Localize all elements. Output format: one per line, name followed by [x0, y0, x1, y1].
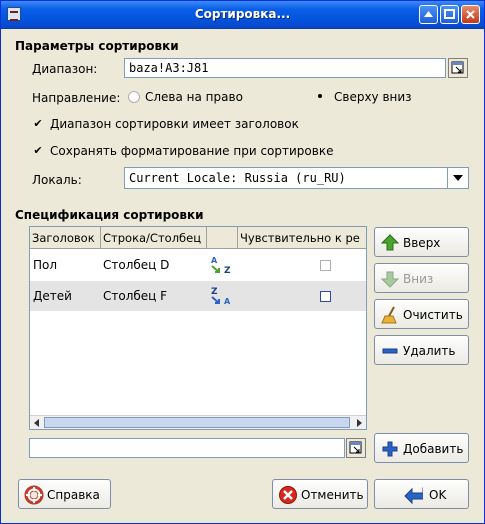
cancel-button[interactable]: Отменить	[272, 479, 368, 509]
case-sensitive-checkbox[interactable]	[320, 260, 331, 271]
direction-label: Направление:	[32, 91, 121, 105]
window-title: Сортировка...	[194, 7, 291, 21]
row-column-cell: Столбец D	[103, 258, 170, 272]
add-column-select-button[interactable]	[346, 438, 366, 458]
column-header-case[interactable]: Чувствительно к ре	[238, 227, 366, 249]
move-down-button[interactable]: Вниз	[374, 263, 469, 293]
plus-icon	[382, 441, 398, 457]
row-header-cell: Пол	[33, 258, 58, 272]
lifebuoy-icon	[24, 485, 44, 505]
svg-text:A: A	[211, 256, 218, 265]
range-label: Диапазон:	[32, 62, 98, 76]
has-header-label: Диапазон сортировки имеет заголовок	[50, 117, 299, 131]
locale-label: Локаль:	[32, 173, 82, 187]
move-down-label: Вниз	[403, 272, 434, 286]
case-sensitive-checkbox[interactable]	[320, 291, 331, 302]
has-header-checkbox[interactable]: ✔	[32, 118, 44, 130]
close-button[interactable]	[461, 5, 480, 24]
help-button[interactable]: Справка	[18, 479, 111, 509]
column-header-rowcol[interactable]: Строка/Столбец	[101, 227, 207, 249]
shrink-range-icon	[349, 441, 362, 454]
sort-descending-icon[interactable]: Z A	[208, 285, 236, 307]
horizontal-scrollbar[interactable]	[30, 415, 366, 429]
row-header-cell: Детей	[33, 289, 72, 303]
add-button[interactable]: Добавить	[374, 433, 469, 463]
params-section-title: Параметры сортировки	[15, 39, 179, 53]
restore-window-button[interactable]	[440, 5, 459, 24]
table-row[interactable]: Пол Столбец D A Z	[30, 250, 366, 280]
svg-text:Z: Z	[224, 266, 231, 276]
scroll-thumb[interactable]	[44, 417, 350, 428]
minus-icon	[382, 348, 398, 354]
ok-label: OK	[429, 488, 447, 502]
sort-dialog: Сортировка... Параметры сортировки Диапа…	[0, 0, 485, 524]
return-arrow-icon	[404, 487, 423, 505]
scroll-left-icon[interactable]	[34, 419, 39, 427]
move-up-label: Вверх	[403, 236, 441, 250]
svg-text:Z: Z	[211, 287, 218, 297]
locale-select[interactable]: Current Locale: Russia (ru_RU)	[124, 167, 469, 189]
scroll-right-icon[interactable]	[357, 419, 362, 427]
cancel-label: Отменить	[301, 488, 364, 502]
cancel-icon	[279, 486, 297, 504]
arrow-up-icon	[380, 234, 400, 251]
maximize-up-icon[interactable]	[419, 5, 438, 24]
clear-label: Очистить	[403, 308, 463, 322]
shrink-range-icon	[451, 61, 464, 74]
delete-button[interactable]: Удалить	[374, 335, 469, 365]
title-bar[interactable]: Сортировка...	[1, 1, 484, 29]
chevron-down-icon[interactable]	[447, 168, 468, 188]
locale-value: Current Locale: Russia (ru_RU)	[129, 171, 346, 185]
table-row[interactable]: Детей Столбец F Z A	[30, 281, 366, 311]
keep-format-checkbox[interactable]: ✔	[32, 145, 44, 157]
column-header-order[interactable]	[207, 227, 238, 249]
add-label: Добавить	[403, 442, 464, 456]
ok-button[interactable]: OK	[374, 479, 469, 509]
help-label: Справка	[47, 488, 100, 502]
row-column-cell: Столбец F	[103, 289, 168, 303]
range-input[interactable]: baza!A3:J81	[124, 58, 446, 78]
sort-spec-table: Заголовок Строка/Столбец Чувствительно к…	[29, 226, 367, 430]
svg-text:A: A	[224, 297, 231, 306]
sort-ascending-icon[interactable]: A Z	[208, 254, 236, 276]
arrow-down-icon	[380, 271, 400, 288]
delete-label: Удалить	[403, 344, 456, 358]
range-select-button[interactable]	[448, 58, 468, 78]
clear-button[interactable]: Очистить	[374, 299, 469, 329]
spec-section-title: Спецификация сортировки	[15, 208, 204, 222]
direction-top-down-radio[interactable]	[315, 91, 327, 103]
add-column-input[interactable]	[29, 438, 345, 458]
column-header-title[interactable]: Заголовок	[30, 227, 101, 249]
keep-format-label: Сохранять форматирование при сортировке	[50, 144, 334, 158]
broom-icon	[381, 306, 397, 324]
direction-left-right-radio[interactable]	[128, 91, 140, 103]
direction-left-right-label: Слева на право	[145, 90, 243, 104]
direction-top-down-label: Сверху вниз	[334, 90, 412, 104]
move-up-button[interactable]: Вверх	[374, 227, 469, 257]
